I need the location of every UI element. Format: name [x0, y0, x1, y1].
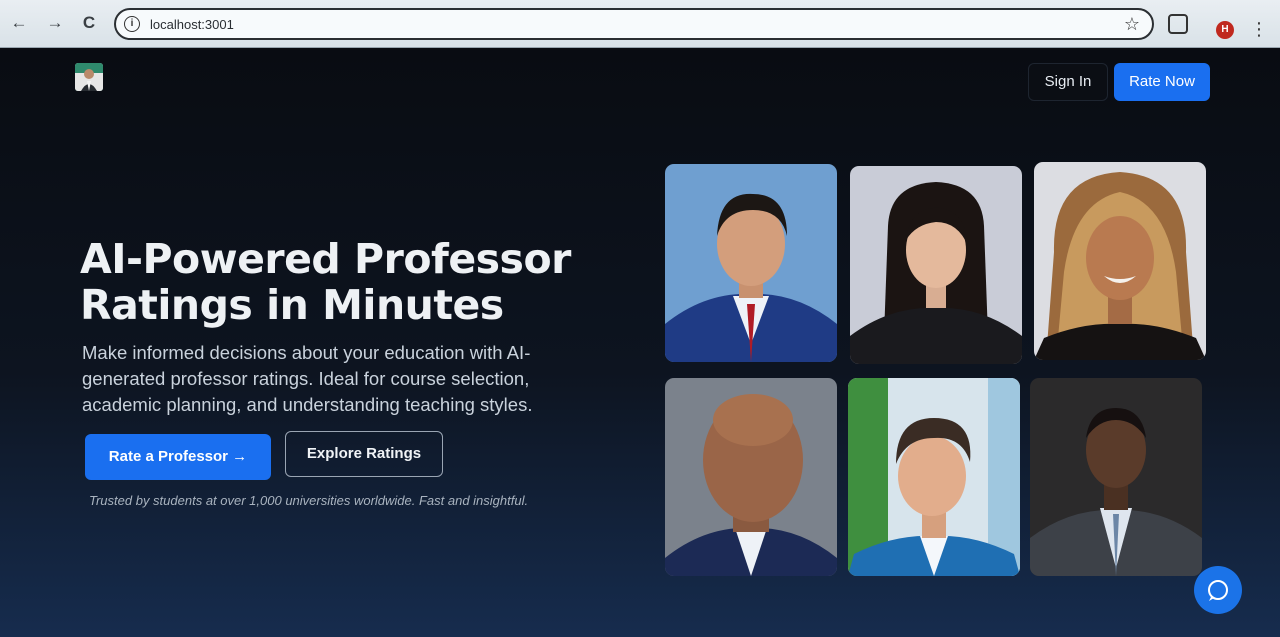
browser-menu-icon[interactable]: ⋮ — [1250, 20, 1268, 38]
professor-photo-2 — [850, 166, 1022, 364]
profile-avatar[interactable]: H — [1216, 21, 1234, 39]
chat-icon — [1208, 580, 1228, 601]
address-bar[interactable]: i localhost:3001 ☆ — [114, 8, 1154, 40]
rate-professor-button[interactable]: Rate a Professor → — [85, 434, 271, 480]
site-logo[interactable] — [75, 63, 103, 91]
hero-subtitle: Make informed decisions about your educa… — [82, 342, 533, 415]
professor-photo-3 — [1034, 162, 1206, 360]
professor-photo-4 — [665, 378, 837, 576]
back-icon[interactable]: ← — [8, 12, 30, 34]
browser-toolbar: ← → C i localhost:3001 ☆ H ⋮ — [0, 0, 1280, 48]
professor-photo-1 — [665, 164, 837, 362]
forward-icon[interactable]: → — [44, 12, 66, 34]
sign-in-button[interactable]: Sign In — [1028, 63, 1108, 101]
chat-bubble-button[interactable] — [1194, 566, 1242, 614]
page: Sign In Rate Now AI-Powered Professor Ra… — [0, 48, 1280, 637]
reload-icon[interactable]: C — [78, 12, 100, 34]
hero-headline: AI-Powered Professor Ratings in Minutes — [80, 235, 571, 329]
extensions-icon[interactable] — [1168, 14, 1188, 34]
url-text[interactable]: localhost:3001 — [150, 17, 234, 32]
explore-ratings-button[interactable]: Explore Ratings — [285, 431, 443, 477]
rate-now-button[interactable]: Rate Now — [1114, 63, 1210, 101]
trusted-tagline: Trusted by students at over 1,000 univer… — [89, 493, 529, 508]
professor-photo-5 — [848, 378, 1020, 576]
professor-photo-6 — [1030, 378, 1202, 576]
info-icon[interactable]: i — [124, 16, 140, 32]
bookmark-star-icon[interactable]: ☆ — [1124, 14, 1140, 35]
